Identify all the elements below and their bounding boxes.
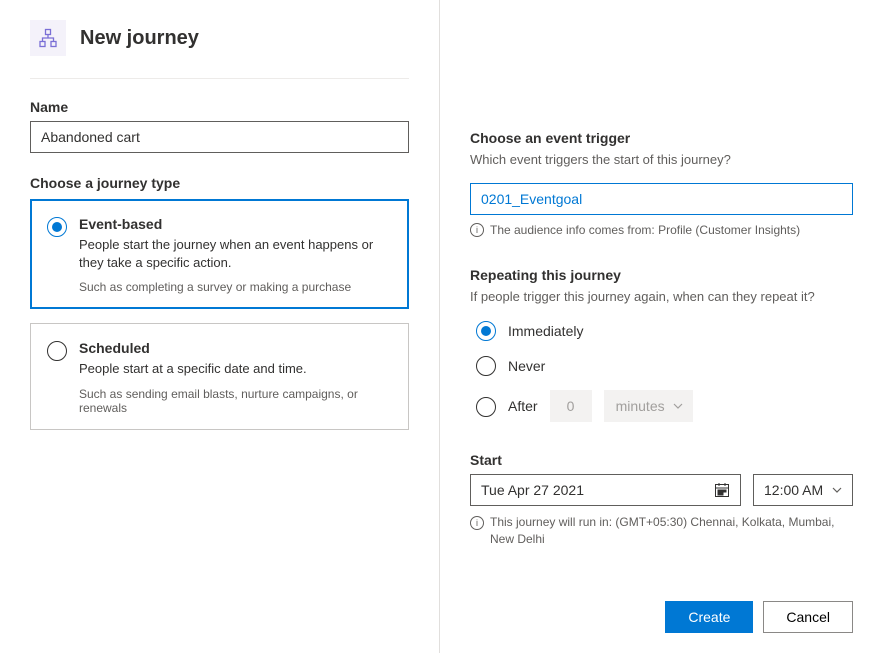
cancel-button[interactable]: Cancel [763,601,853,633]
calendar-icon [714,482,730,498]
journey-type-label: Choose a journey type [30,175,409,191]
chevron-down-icon [832,487,842,493]
journey-type-event-based[interactable]: Event-based People start the journey whe… [30,199,409,309]
scheduled-desc: People start at a specific date and time… [79,360,392,378]
event-based-desc: People start the journey when an event h… [79,236,392,272]
trigger-info: The audience info comes from: Profile (C… [490,223,800,237]
trigger-value: 0201_Eventgoal [481,191,582,207]
repeat-never-label: Never [508,358,545,374]
scheduled-title: Scheduled [79,340,392,356]
journey-icon [30,20,66,56]
repeat-after-label: After [508,398,538,414]
radio-scheduled[interactable] [47,341,67,361]
event-based-example: Such as completing a survey or making a … [79,280,392,294]
name-label: Name [30,99,409,115]
repeat-immediately-label: Immediately [508,323,583,339]
repeat-option-never[interactable]: Never [476,355,853,376]
page-title: New journey [80,27,199,50]
radio-never[interactable] [476,356,496,376]
chevron-down-icon [673,403,683,409]
repeat-after-number[interactable] [550,390,592,422]
start-timezone: This journey will run in: (GMT+05:30) Ch… [490,514,853,548]
repeat-option-immediately[interactable]: Immediately [476,320,853,341]
create-button[interactable]: Create [665,601,753,633]
repeat-after-unit: minutes [616,398,665,414]
name-input[interactable] [30,121,409,153]
start-label: Start [470,452,853,468]
start-time-input[interactable]: 12:00 AM [753,474,853,506]
trigger-input[interactable]: 0201_Eventgoal [470,183,853,215]
radio-event-based[interactable] [47,217,67,237]
info-icon: i [470,223,484,237]
radio-immediately[interactable] [476,321,496,341]
info-icon: i [470,516,484,530]
repeat-after-unit-select[interactable]: minutes [604,390,693,422]
scheduled-example: Such as sending email blasts, nurture ca… [79,387,392,415]
repeat-option-after[interactable]: After minutes [476,390,853,422]
start-date-input[interactable]: Tue Apr 27 2021 [470,474,741,506]
trigger-subtext: Which event triggers the start of this j… [470,152,853,167]
start-time-value: 12:00 AM [764,482,823,498]
journey-type-scheduled[interactable]: Scheduled People start at a specific dat… [30,323,409,429]
repeat-label: Repeating this journey [470,267,853,283]
radio-after[interactable] [476,397,496,417]
trigger-label: Choose an event trigger [470,130,853,146]
event-based-title: Event-based [79,216,392,232]
repeat-subtext: If people trigger this journey again, wh… [470,289,853,304]
start-date-value: Tue Apr 27 2021 [481,482,584,498]
